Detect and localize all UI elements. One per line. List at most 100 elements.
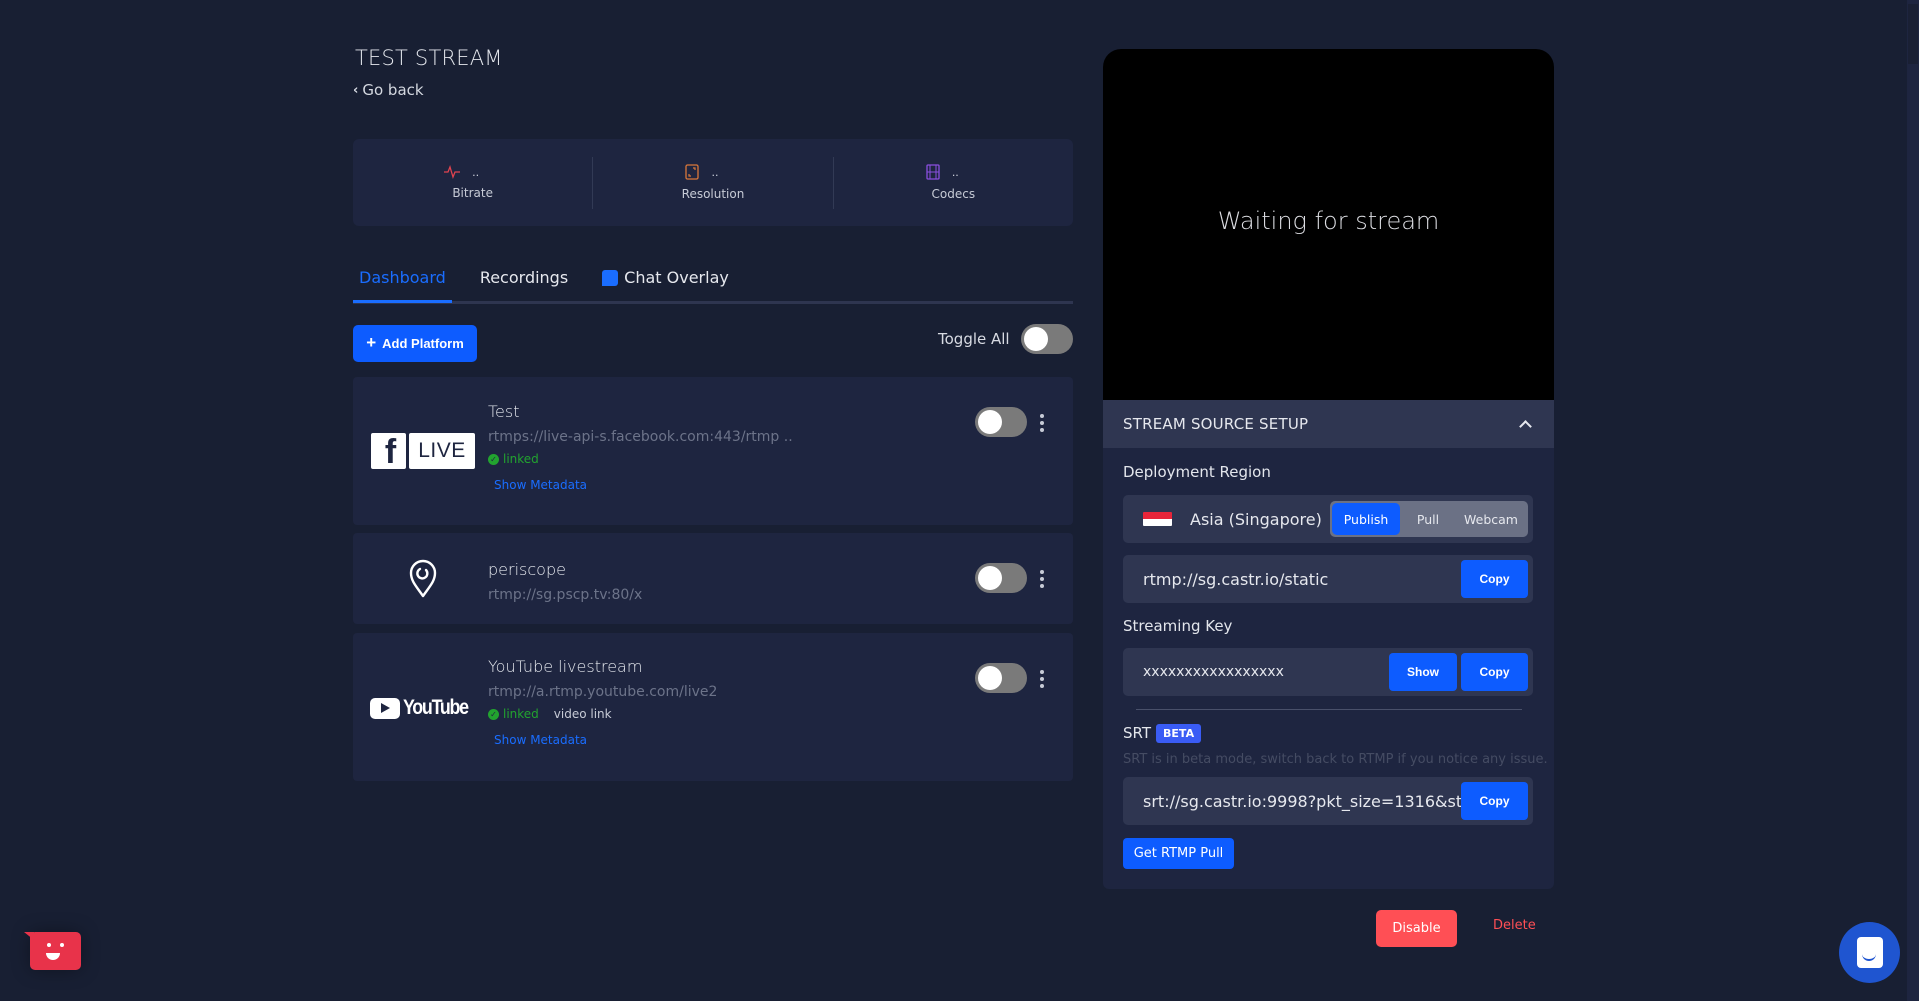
youtube-logo: YouTube xyxy=(370,693,475,723)
get-rtmp-pull-button[interactable]: Get RTMP Pull xyxy=(1123,838,1234,869)
stat-resolution: .. Resolution xyxy=(592,156,832,209)
periscope-logo xyxy=(353,557,493,601)
platform-url: rtmps://live-api-s.facebook.com:443/rtmp… xyxy=(488,429,793,445)
mode-publish[interactable]: Publish xyxy=(1332,503,1400,535)
toggle-all-label: Toggle All xyxy=(938,330,1010,348)
check-circle-icon: ✓ xyxy=(488,708,499,720)
switch-knob xyxy=(1024,327,1048,351)
stream-stats-card: .. Bitrate .. Resolution .. Codecs xyxy=(353,139,1073,226)
film-icon xyxy=(926,164,940,180)
platform-name: periscope xyxy=(488,560,566,579)
section-title: STREAM SOURCE SETUP xyxy=(1123,415,1309,433)
platform-info: periscope rtmp://sg.pscp.tv:80/x xyxy=(488,560,642,603)
support-chat-button[interactable] xyxy=(1839,922,1900,983)
youtube-play-icon xyxy=(370,697,401,719)
platform-url: rtmp://sg.pscp.tv:80/x xyxy=(488,587,643,603)
show-key-button[interactable]: Show xyxy=(1389,653,1457,691)
chat-icon xyxy=(602,270,619,286)
stream-panel: Waiting for stream STREAM SOURCE SETUP D… xyxy=(1103,49,1554,889)
mode-webcam[interactable]: Webcam xyxy=(1456,503,1526,535)
srt-label: SRT BETA xyxy=(1123,724,1202,743)
more-options-icon[interactable] xyxy=(1036,570,1048,588)
source-mode-selector: Publish Pull Webcam xyxy=(1330,501,1528,537)
switch-knob xyxy=(978,410,1002,434)
streaming-key-value: xxxxxxxxxxxxxxxxx xyxy=(1143,664,1284,680)
platform-name: YouTube livestream xyxy=(488,657,643,676)
go-back-link[interactable]: ‹ Go back xyxy=(353,81,424,99)
show-metadata-link[interactable]: Show Metadata xyxy=(494,733,587,747)
stat-value: .. xyxy=(472,165,480,179)
copy-server-url-button[interactable]: Copy xyxy=(1461,560,1528,598)
platform-card-facebook: f LIVE Test rtmps://live-api-s.facebook.… xyxy=(353,377,1073,525)
scrollbar-thumb[interactable] xyxy=(1908,4,1918,64)
platform-toggle[interactable] xyxy=(975,663,1027,693)
linked-status: ✓ linked xyxy=(488,707,539,721)
streaming-key-field[interactable]: xxxxxxxxxxxxxxxxx Show Copy xyxy=(1123,648,1533,696)
tab-bar: Dashboard Recordings Chat Overlay xyxy=(353,262,1073,304)
stat-codecs: .. Codecs xyxy=(832,156,1073,209)
delete-button[interactable]: Delete xyxy=(1493,918,1536,933)
deployment-region-label: Deployment Region xyxy=(1123,463,1271,481)
platform-info: YouTube livestream rtmp://a.rtmp.youtube… xyxy=(488,657,717,748)
add-platform-label: Add Platform xyxy=(382,336,464,351)
platform-info: Test rtmps://live-api-s.facebook.com:443… xyxy=(488,402,793,493)
copy-key-button[interactable]: Copy xyxy=(1461,653,1528,691)
stream-source-setup-header[interactable]: STREAM SOURCE SETUP xyxy=(1103,400,1554,448)
video-link[interactable]: video link xyxy=(554,707,612,721)
page-scrollbar[interactable] xyxy=(1907,0,1919,1001)
platform-card-periscope: periscope rtmp://sg.pscp.tv:80/x xyxy=(353,533,1073,624)
beta-badge: BETA xyxy=(1156,724,1202,743)
linked-label: linked xyxy=(503,707,539,721)
facebook-live-logo: f LIVE xyxy=(371,433,475,469)
video-preview: Waiting for stream xyxy=(1103,49,1554,400)
tab-label: Dashboard xyxy=(359,268,446,287)
chat-icon xyxy=(1856,937,1883,968)
tab-dashboard[interactable]: Dashboard xyxy=(353,262,452,303)
youtube-wordmark: YouTube xyxy=(403,696,469,719)
platform-toggle[interactable] xyxy=(975,563,1027,593)
tab-label: Recordings xyxy=(479,268,569,287)
stat-label: Resolution xyxy=(681,187,745,201)
show-metadata-link[interactable]: Show Metadata xyxy=(494,478,587,492)
platform-url: rtmp://a.rtmp.youtube.com/live2 xyxy=(488,684,718,700)
preview-status: Waiting for stream xyxy=(1217,206,1440,235)
server-url-field[interactable]: rtmp://sg.castr.io/static Copy xyxy=(1123,555,1533,603)
srt-note: SRT is in beta mode, switch back to RTMP… xyxy=(1123,752,1548,767)
page-title: TEST STREAM xyxy=(355,46,503,70)
copy-srt-button[interactable]: Copy xyxy=(1461,782,1528,820)
disable-button[interactable]: Disable xyxy=(1376,910,1457,947)
tab-label: Chat Overlay xyxy=(624,268,729,287)
check-circle-icon: ✓ xyxy=(488,453,499,465)
stat-value: .. xyxy=(951,165,959,179)
add-platform-button[interactable]: + Add Platform xyxy=(353,325,477,362)
linked-status: ✓ linked xyxy=(488,452,539,466)
switch-knob xyxy=(978,666,1002,690)
resize-icon xyxy=(685,164,700,180)
switch-knob xyxy=(978,566,1002,590)
facebook-f-icon: f xyxy=(371,433,406,469)
live-badge: LIVE xyxy=(409,433,475,469)
toggle-all-switch[interactable] xyxy=(1021,324,1073,354)
srt-title: SRT xyxy=(1123,724,1152,742)
streaming-key-label: Streaming Key xyxy=(1123,617,1233,635)
periscope-icon xyxy=(409,559,437,598)
platform-toggle[interactable] xyxy=(975,407,1027,437)
chevron-up-icon xyxy=(1519,420,1532,433)
chatbot-launcher-icon[interactable] xyxy=(24,932,81,970)
plus-icon: + xyxy=(366,333,377,352)
more-options-icon[interactable] xyxy=(1036,670,1048,688)
tab-recordings[interactable]: Recordings xyxy=(474,262,574,303)
pulse-icon xyxy=(444,165,461,179)
srt-url: srt://sg.castr.io:9998?pkt_size=1316&str… xyxy=(1143,791,1463,811)
region-selector[interactable]: Asia (Singapore) Publish Pull Webcam xyxy=(1123,495,1533,543)
srt-url-field[interactable]: srt://sg.castr.io:9998?pkt_size=1316&str… xyxy=(1123,777,1533,825)
singapore-flag-icon xyxy=(1143,512,1172,526)
mode-pull[interactable]: Pull xyxy=(1400,503,1456,535)
server-url: rtmp://sg.castr.io/static xyxy=(1143,569,1329,589)
platform-name: Test xyxy=(488,402,520,421)
stat-label: Codecs xyxy=(931,187,976,201)
stat-value: .. xyxy=(711,165,719,179)
more-options-icon[interactable] xyxy=(1036,414,1048,432)
region-name: Asia (Singapore) xyxy=(1190,509,1322,529)
tab-chat-overlay[interactable]: Chat Overlay xyxy=(596,262,735,303)
